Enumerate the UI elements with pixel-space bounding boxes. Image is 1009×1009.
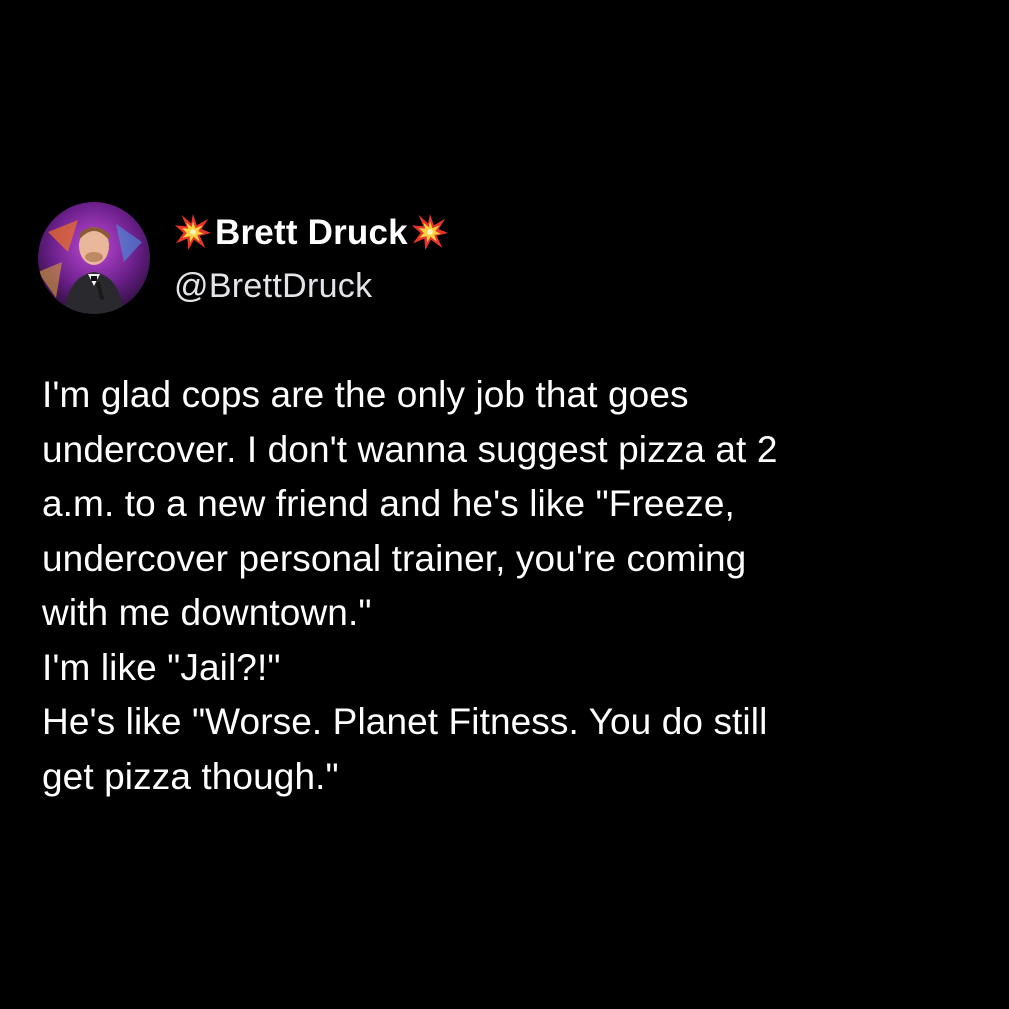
tweet-line: undercover. I don't wanna suggest pizza … [42,428,778,470]
tweet-line: with me downtown." [42,592,372,633]
display-name-row[interactable]: Brett Druck [174,207,449,257]
tweet-line: get pizza though." [42,755,339,797]
display-name: Brett Druck [215,212,408,252]
avatar[interactable] [38,202,150,314]
tweet-line: He's like "Worse. Planet Fitness. You do… [42,701,768,742]
avatar-photo-icon [38,202,150,314]
author-row: Brett Druck @BrettDruck [38,200,449,316]
collision-burst-left-icon [174,213,212,251]
tweet-line: I'm glad cops are the only job that goes [42,374,689,415]
tweet-line: a.m. to a new friend and he's like "Free… [42,483,735,524]
tweet-line: undercover personal trainer, you're comi… [42,537,747,579]
tweet-text: I'm glad cops are the only job that goes… [42,368,982,804]
collision-burst-right-icon [411,213,449,251]
user-handle[interactable]: @BrettDruck [174,269,449,303]
tweet-line: I'm like "Jail?!" [42,646,281,688]
author-text: Brett Druck @BrettDruck [174,213,449,303]
tweet-card: Brett Druck @BrettDruck I'm glad cops ar… [0,0,1009,1009]
